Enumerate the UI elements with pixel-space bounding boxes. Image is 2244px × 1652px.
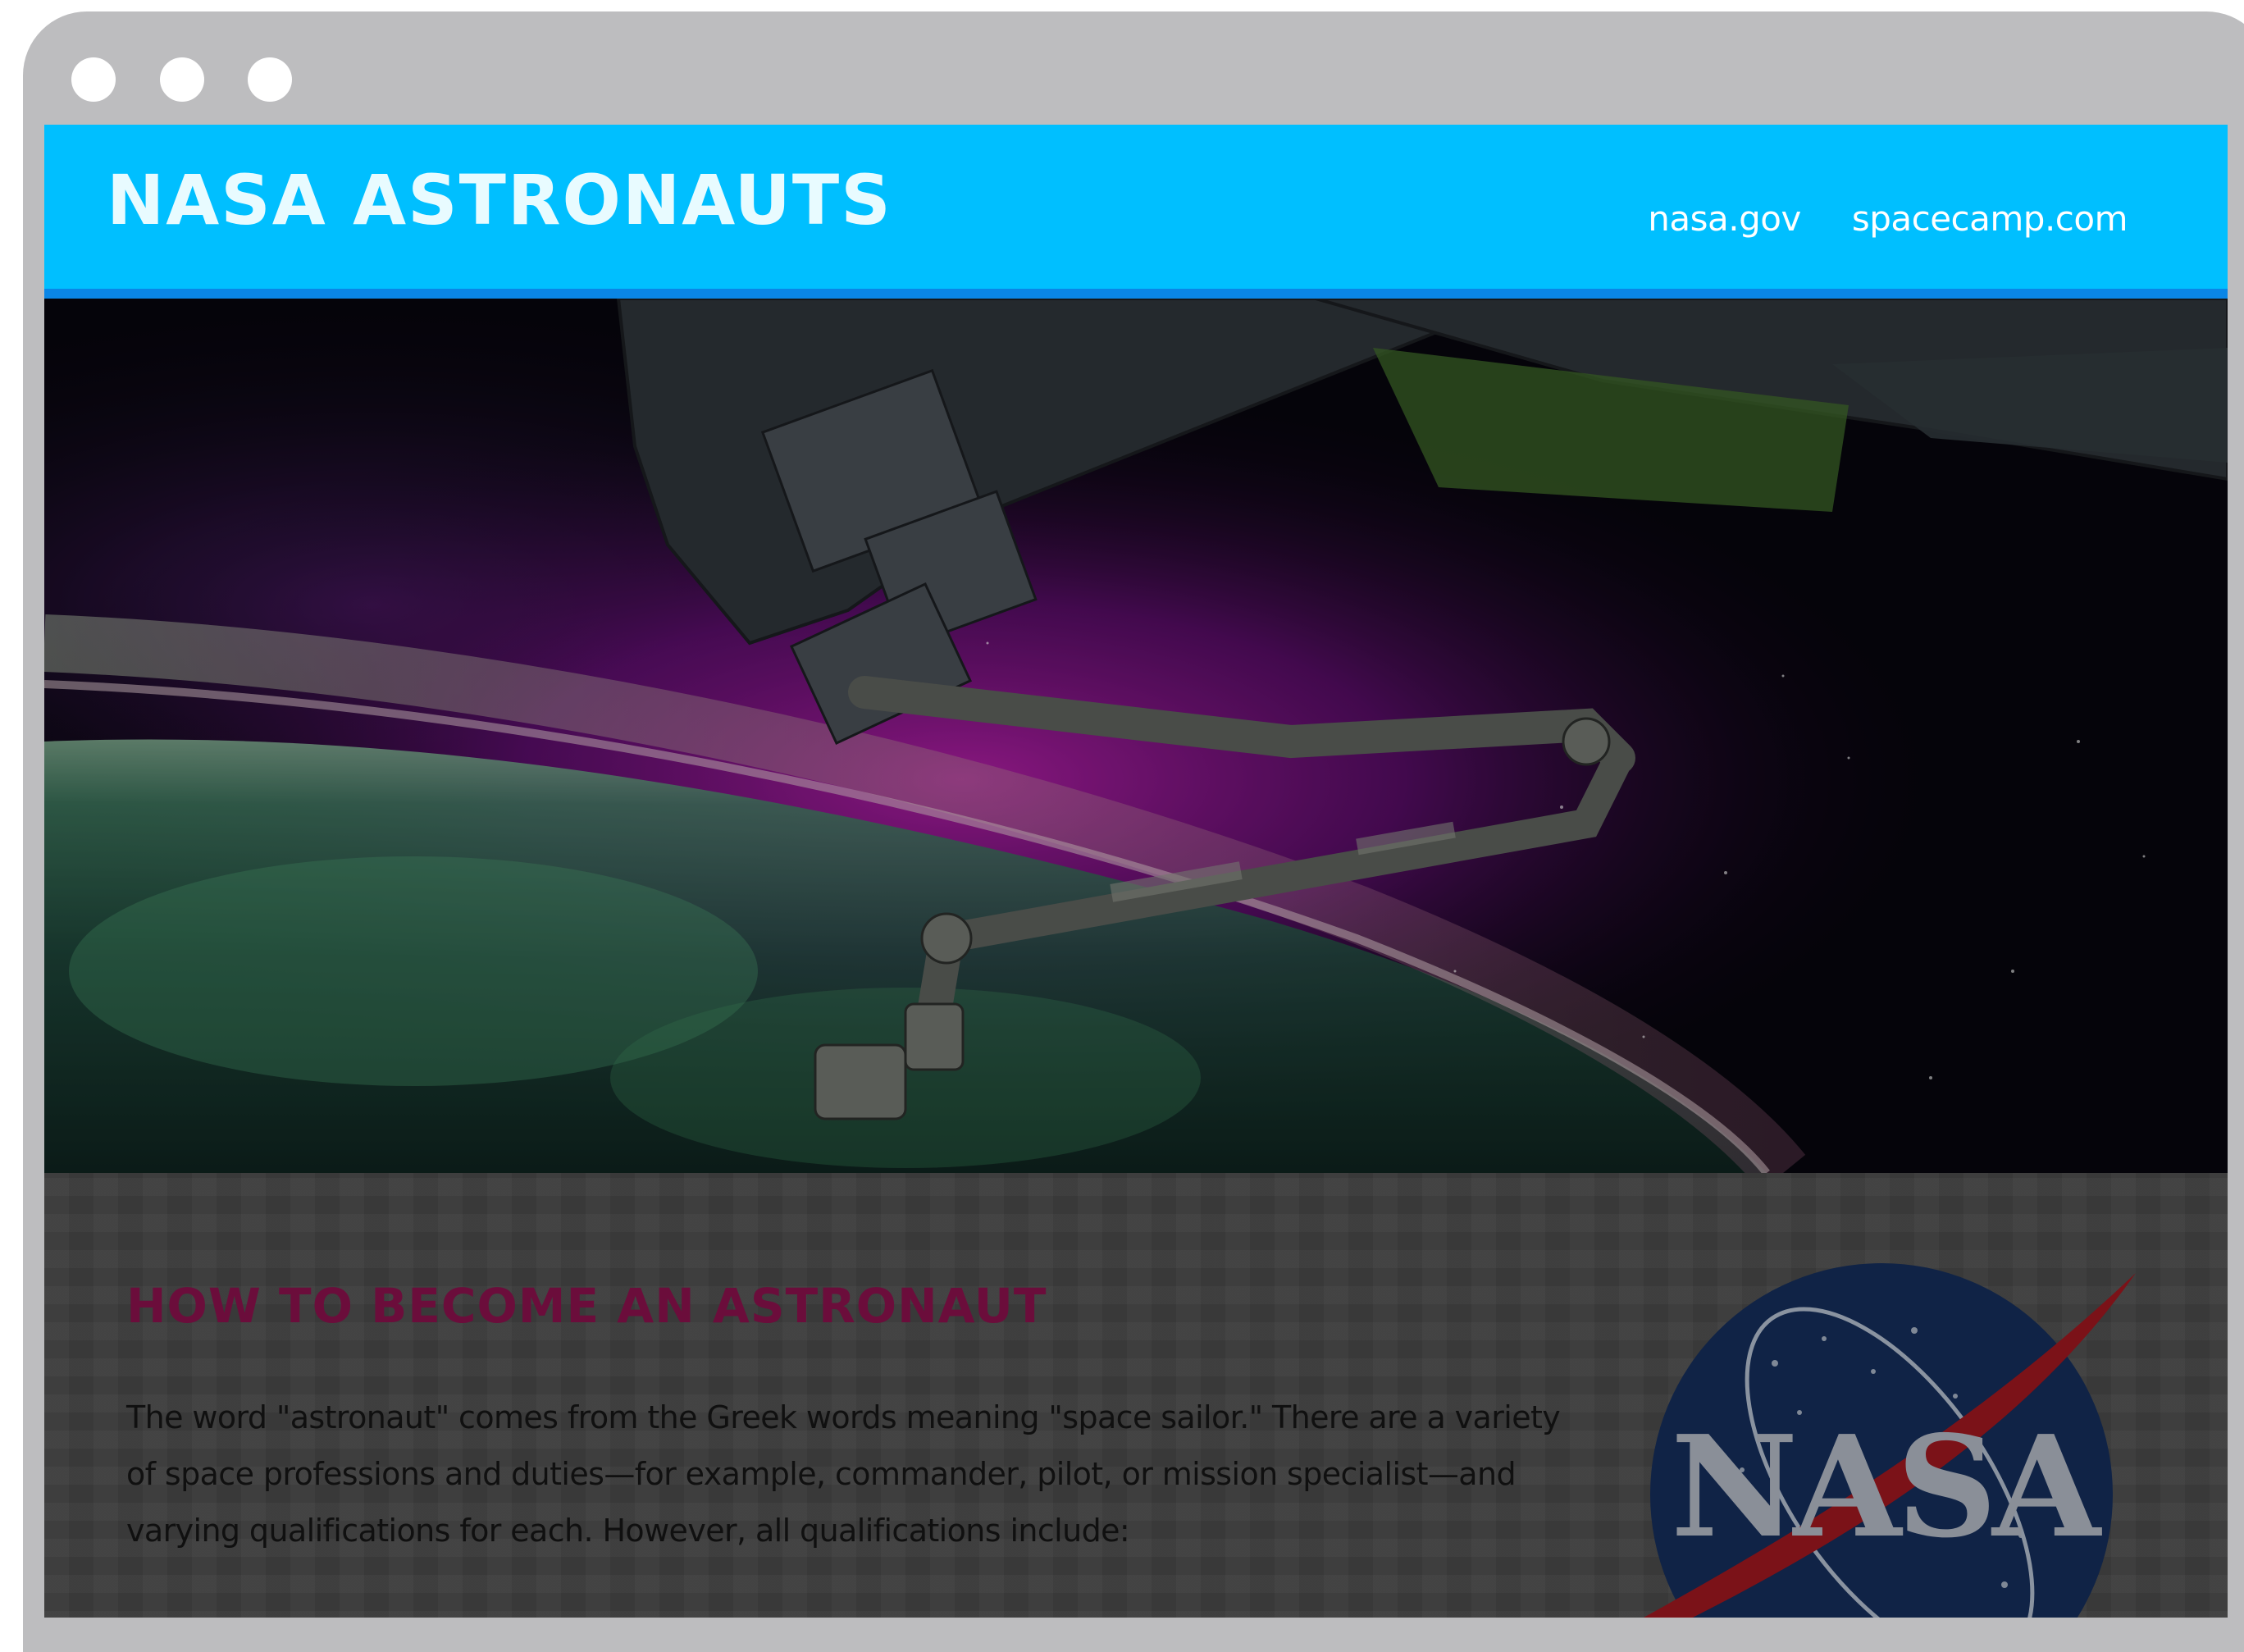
hero-image [44, 299, 2228, 1173]
window-maximize-dot[interactable] [248, 57, 292, 102]
browser-viewport: NASA ASTRONAUTS nasa.gov spacecamp.com H… [44, 125, 2228, 1618]
site-nav: nasa.gov spacecamp.com [1648, 199, 2128, 239]
nasa-logo-text: NASA [1671, 1405, 2102, 1569]
nav-link-spacecamp[interactable]: spacecamp.com [1852, 199, 2128, 239]
section-heading: HOW TO BECOME AN ASTRONAUT [126, 1278, 1047, 1334]
hero-dim-overlay [44, 299, 2228, 1173]
main-content: HOW TO BECOME AN ASTRONAUT The word "ast… [44, 1173, 2228, 1618]
site-title[interactable]: NASA ASTRONAUTS [107, 159, 892, 242]
nav-link-nasa[interactable]: nasa.gov [1648, 199, 1801, 239]
window-close-dot[interactable] [71, 57, 116, 102]
intro-paragraph: The word "astronaut" comes from the Gree… [126, 1399, 1561, 1549]
window-minimize-dot[interactable] [160, 57, 204, 102]
nasa-meatball-logo-icon: NASA [1644, 1263, 2136, 1618]
site-header: NASA ASTRONAUTS nasa.gov spacecamp.com [44, 125, 2228, 299]
